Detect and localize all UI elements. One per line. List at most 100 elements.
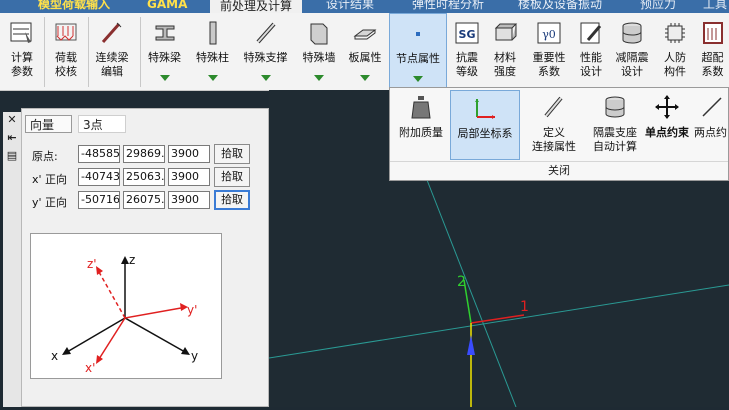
local-coordinate-item[interactable]: 局部坐标系	[450, 90, 520, 160]
single-point-restraint-item[interactable]: 单点约束	[642, 90, 692, 160]
two-point-item[interactable]: 两点约	[694, 90, 729, 160]
ydir-z-field[interactable]: 3900	[168, 191, 210, 209]
origin-z-field[interactable]: 3900	[168, 145, 210, 163]
pick-y-button[interactable]: 拾取	[214, 190, 250, 210]
define-connection-item[interactable]: 定义 连接属性	[523, 90, 585, 160]
y-axis-label: y	[191, 349, 198, 363]
tab-tools[interactable]: 工具	[703, 0, 727, 13]
xdir-z-field[interactable]: 3900	[168, 168, 210, 186]
define-connection-label: 定义 连接属性	[532, 126, 576, 153]
performance-design-button[interactable]: 性能 设计	[574, 13, 608, 90]
add-mass-item[interactable]: 附加质量	[394, 90, 448, 160]
civil-defense-label: 人防 构件	[664, 51, 686, 78]
seismic-grade-icon: SG	[455, 22, 479, 44]
continuous-beam-icon	[101, 22, 122, 43]
overmatch-factor-label: 超配 系数	[701, 51, 724, 78]
special-wall-label: 特殊墙	[302, 51, 336, 64]
tab-time-history[interactable]: 弹性时程分析	[412, 0, 484, 13]
axis-2-label: 2	[457, 274, 466, 290]
isolation-design-label: 减隔震 设计	[615, 51, 649, 78]
line-icon	[702, 97, 722, 117]
divider	[140, 17, 141, 87]
tab-gama[interactable]: GAMA	[147, 0, 187, 13]
civil-defense-button[interactable]: 人防 构件	[656, 13, 694, 90]
coordinate-diagram-graphic: z x y z' y' x'	[51, 253, 198, 375]
tab-design-results[interactable]: 设计结果	[326, 0, 374, 13]
isolation-design-button[interactable]: 减隔震 设计	[610, 13, 654, 90]
seismic-grade-button[interactable]: SG 抗震 等级	[450, 13, 484, 90]
importance-factor-label: 重要性 系数	[532, 51, 566, 78]
ydir-x-field[interactable]: -50716	[78, 191, 120, 209]
tab-prestress[interactable]: 预应力	[640, 0, 676, 13]
material-strength-label: 材料 强度	[494, 51, 516, 78]
menu-tab-strip: 模型荷载输入 GAMA 前处理及计算 设计结果 弹性时程分析 楼板及设备振动 预…	[0, 0, 729, 13]
close-icon[interactable]: ✕	[6, 114, 18, 126]
slab-property-label: 板属性	[348, 51, 382, 64]
overmatch-factor-button[interactable]: 超配 系数	[696, 13, 729, 90]
tab-3-point[interactable]: 3点	[78, 115, 126, 133]
special-beam-button[interactable]: 特殊梁	[142, 13, 187, 90]
coordinate-diagram: z x y z' y' x'	[30, 233, 222, 379]
special-beam-icon	[155, 25, 174, 41]
divider	[44, 17, 45, 87]
add-mass-label: 附加质量	[399, 126, 443, 139]
overmatch-factor-icon	[702, 22, 723, 44]
calc-params-button[interactable]: 计算 参数	[3, 13, 41, 90]
special-beam-label: 特殊梁	[148, 51, 181, 64]
tab-model-load[interactable]: 模型荷载输入	[38, 0, 110, 13]
special-brace-icon	[256, 22, 275, 44]
chevron-down-icon[interactable]	[314, 75, 324, 81]
tab-floor-vibration[interactable]: 楼板及设备振动	[518, 0, 602, 13]
continuous-beam-button[interactable]: 连续梁 编辑	[90, 13, 134, 90]
ydir-y-field[interactable]: 26075.	[123, 191, 165, 209]
pick-x-button[interactable]: 拾取	[214, 167, 250, 187]
local-coordinate-panel: 向量 3点 原点: -48585 29869. 3900 拾取 x' 正向 -4…	[21, 108, 269, 407]
xdir-y-field[interactable]: 25063.	[123, 168, 165, 186]
y-prime-label: y'	[187, 303, 197, 317]
special-column-label: 特殊柱	[196, 51, 229, 64]
node-property-dropdown: 附加质量 局部坐标系 定义 连接属性 隔震支座 自动计算 单点约束 两点约 关闭	[389, 87, 729, 181]
close-button[interactable]: 关闭	[390, 161, 728, 180]
pencil-icon	[544, 96, 563, 118]
chevron-down-icon[interactable]	[360, 75, 370, 81]
axis-1-label: 1	[520, 299, 529, 315]
isolation-auto-calc-item[interactable]: 隔震支座 自动计算	[587, 90, 643, 160]
origin-x-field[interactable]: -48585	[78, 145, 120, 163]
material-strength-button[interactable]: 材料 强度	[486, 13, 524, 90]
special-column-button[interactable]: 特殊柱	[190, 13, 235, 90]
slab-property-icon	[353, 29, 377, 40]
continuous-beam-label: 连续梁 编辑	[95, 51, 129, 78]
grid-line	[268, 284, 729, 359]
weight-icon	[411, 96, 431, 119]
pick-origin-button[interactable]: 拾取	[214, 144, 250, 164]
load-check-label: 荷载 校核	[55, 51, 77, 78]
special-column-icon	[209, 21, 216, 45]
single-point-restraint-label: 单点约束	[645, 126, 689, 139]
local-coordinate-label: 局部坐标系	[457, 127, 513, 140]
chevron-down-icon[interactable]	[413, 76, 423, 82]
importance-factor-icon: γ0	[537, 22, 561, 44]
chevron-down-icon[interactable]	[260, 75, 271, 81]
node-property-button[interactable]: 节点属性	[389, 13, 447, 89]
panel-sidebar: ✕ ⇤ ▤	[3, 112, 21, 407]
xdir-x-field[interactable]: -40743	[78, 168, 120, 186]
panel-icon[interactable]: ▤	[6, 150, 18, 162]
tab-preprocess[interactable]: 前处理及计算	[210, 0, 303, 13]
dock-icon[interactable]: ⇤	[6, 132, 18, 144]
z-axis-label: z	[129, 253, 135, 267]
special-brace-button[interactable]: 特殊支撑	[238, 13, 293, 90]
origin-y-field[interactable]: 29869.	[123, 145, 165, 163]
tab-vector[interactable]: 向量	[25, 115, 72, 133]
seismic-grade-label: 抗震 等级	[456, 51, 478, 78]
ribbon: 计算 参数 荷载 校核 连续梁 编辑 特殊梁 特殊柱 特殊支撑 特殊墙 板属性 …	[0, 13, 729, 91]
isolation-bearing-icon	[605, 96, 625, 118]
chevron-down-icon[interactable]	[207, 75, 218, 81]
x-prime-label: x'	[85, 361, 95, 375]
chevron-down-icon[interactable]	[159, 75, 170, 81]
slab-property-button[interactable]: 板属性	[344, 13, 386, 90]
importance-factor-button[interactable]: γ0 重要性 系数	[526, 13, 572, 90]
chip-icon	[665, 23, 685, 43]
performance-design-icon	[580, 22, 602, 44]
load-check-button[interactable]: 荷载 校核	[46, 13, 86, 90]
special-wall-button[interactable]: 特殊墙	[297, 13, 341, 90]
